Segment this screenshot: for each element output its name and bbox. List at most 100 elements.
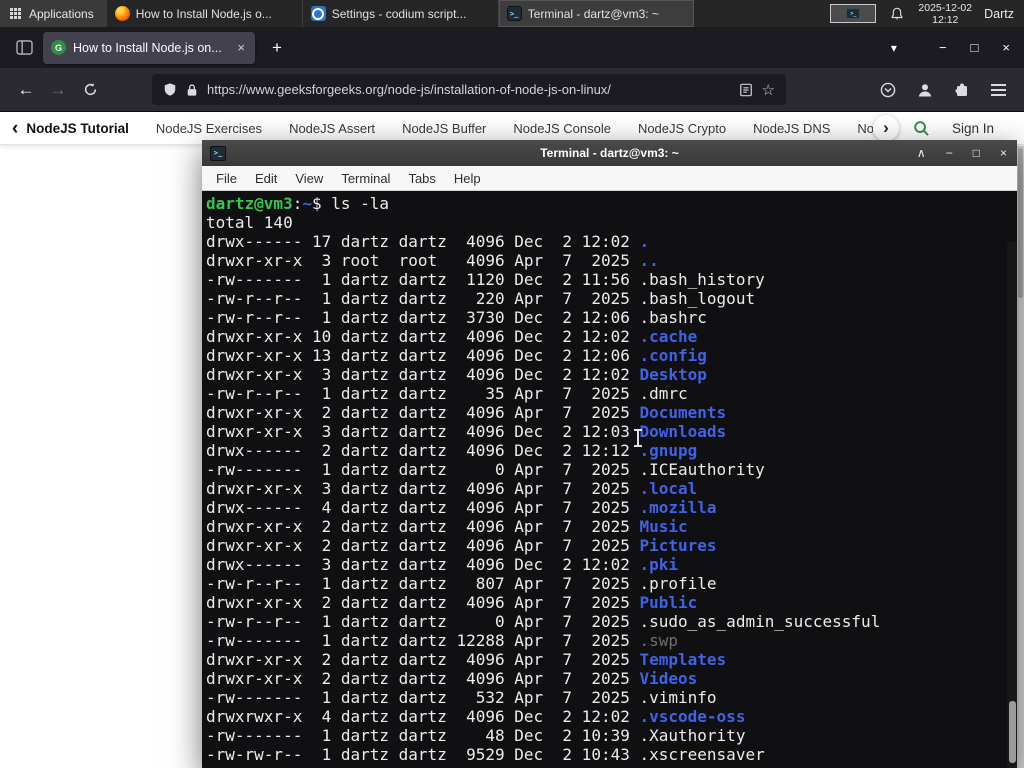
- file-name: .gnupg: [639, 441, 698, 460]
- applications-label: Applications: [29, 6, 94, 21]
- terminal-shade-button[interactable]: ∧: [917, 146, 926, 160]
- menu-file[interactable]: File: [207, 171, 246, 186]
- file-name: .bash_logout: [639, 289, 756, 308]
- nav-item-crypto[interactable]: NodeJS Crypto: [638, 121, 726, 136]
- window-maximize-button[interactable]: □: [971, 40, 979, 55]
- total-line: total 140: [206, 213, 293, 232]
- terminal-screen[interactable]: dartz@vm3:~$ ls -la total 140 drwx------…: [202, 191, 1017, 768]
- tab-favicon: G: [51, 40, 66, 55]
- bookmark-star-icon[interactable]: ☆: [762, 81, 775, 99]
- ls-row: drwxr-xr-x 2 dartz dartz 4096 Apr 7 2025…: [206, 650, 727, 669]
- file-name: .cache: [639, 327, 698, 346]
- nav-item-dns[interactable]: NodeJS DNS: [753, 121, 830, 136]
- reader-view-icon[interactable]: [739, 83, 753, 97]
- file-name: .xscreensaver: [639, 745, 765, 764]
- terminal-close-button[interactable]: ×: [1000, 146, 1007, 160]
- ls-row: drwxr-xr-x 2 dartz dartz 4096 Apr 7 2025…: [206, 536, 717, 555]
- prompt-user-host: dartz@vm3: [206, 194, 293, 213]
- nav-prev-icon[interactable]: ‹: [12, 119, 18, 138]
- nav-item-truncated[interactable]: Node: [857, 121, 873, 136]
- user-menu[interactable]: Dartz: [984, 7, 1014, 21]
- terminal-maximize-button[interactable]: □: [973, 146, 980, 160]
- menu-view[interactable]: View: [286, 171, 332, 186]
- file-name: Videos: [639, 669, 698, 688]
- window-minimize-button[interactable]: −: [939, 40, 947, 55]
- ls-row: drwxr-xr-x 3 dartz dartz 4096 Dec 2 12:0…: [206, 422, 727, 441]
- reload-button[interactable]: [74, 82, 106, 97]
- menu-hamburger-icon[interactable]: [991, 83, 1006, 96]
- tab-title: How to Install Node.js on...: [73, 40, 222, 55]
- task-label: How to Install Node.js o...: [135, 6, 272, 21]
- ls-row: -rw------- 1 dartz dartz 0 Apr 7 2025 .I…: [206, 460, 765, 479]
- applications-menu[interactable]: Applications: [0, 0, 106, 27]
- new-tab-button[interactable]: +: [267, 38, 287, 58]
- ls-output: drwx------ 17 dartz dartz 4096 Dec 2 12:…: [206, 232, 1017, 764]
- page-scrollbar[interactable]: [1017, 146, 1024, 768]
- taskbar-item-firefox[interactable]: How to Install Node.js o...: [105, 0, 302, 27]
- back-button[interactable]: ←: [10, 80, 42, 100]
- terminal-minimize-button[interactable]: −: [946, 146, 953, 160]
- browser-tab-active[interactable]: G How to Install Node.js on... ×: [43, 31, 255, 64]
- tab-close-icon[interactable]: ×: [235, 40, 247, 55]
- menu-tabs[interactable]: Tabs: [399, 171, 444, 186]
- taskbar-item-settings[interactable]: Settings - codium script...: [301, 0, 498, 27]
- ls-row: drwxr-xr-x 2 dartz dartz 4096 Apr 7 2025…: [206, 517, 688, 536]
- pocket-icon[interactable]: [880, 82, 896, 98]
- extensions-icon[interactable]: [954, 82, 970, 98]
- text-cursor-pointer: [633, 429, 642, 447]
- applications-icon: [9, 7, 22, 20]
- shield-icon[interactable]: [163, 82, 177, 97]
- nav-item-buffer[interactable]: NodeJS Buffer: [402, 121, 486, 136]
- file-name: .vscode-oss: [639, 707, 746, 726]
- terminal-scrollbar[interactable]: [1007, 242, 1017, 768]
- ls-row: -rw------- 1 dartz dartz 12288 Apr 7 202…: [206, 631, 679, 650]
- search-icon[interactable]: [913, 120, 930, 137]
- nav-item-exercises[interactable]: NodeJS Exercises: [156, 121, 262, 136]
- workspace-window-preview: >_: [846, 8, 861, 19]
- ls-row: drwx------ 3 dartz dartz 4096 Dec 2 12:0…: [206, 555, 679, 574]
- ls-row: drwxr-xr-x 2 dartz dartz 4096 Apr 7 2025…: [206, 669, 698, 688]
- notifications-icon[interactable]: [890, 7, 904, 21]
- ls-row: drwxr-xr-x 2 dartz dartz 4096 Apr 7 2025…: [206, 593, 698, 612]
- taskbar-item-terminal[interactable]: >_ Terminal - dartz@vm3: ~: [497, 0, 694, 27]
- window-close-button[interactable]: ×: [1002, 40, 1010, 55]
- workspace-switcher[interactable]: >_: [830, 4, 877, 23]
- ls-row: -rw------- 1 dartz dartz 48 Dec 2 10:39 …: [206, 726, 746, 745]
- ls-row: drwx------ 17 dartz dartz 4096 Dec 2 12:…: [206, 232, 650, 251]
- ls-row: -rw-rw-r-- 1 dartz dartz 9529 Dec 2 10:4…: [206, 745, 765, 764]
- nav-item-tutorial[interactable]: NodeJS Tutorial: [26, 121, 129, 136]
- clock-date: 2025-12-02: [918, 1, 973, 14]
- ls-row: -rw-r--r-- 1 dartz dartz 35 Apr 7 2025 .…: [206, 384, 688, 403]
- desktop: Applications How to Install Node.js o...…: [0, 0, 1024, 768]
- file-name: .: [639, 232, 650, 251]
- file-name: Music: [639, 517, 688, 536]
- menu-terminal[interactable]: Terminal: [332, 171, 399, 186]
- terminal-scrollbar-thumb[interactable]: [1009, 701, 1016, 763]
- file-name: .mozilla: [639, 498, 717, 517]
- file-name: .dmrc: [639, 384, 688, 403]
- url-bar[interactable]: https://www.geeksforgeeks.org/node-js/in…: [152, 74, 786, 105]
- ls-row: drwxr-xr-x 3 root root 4096 Apr 7 2025 .…: [206, 251, 659, 270]
- ls-row: -rw-r--r-- 1 dartz dartz 220 Apr 7 2025 …: [206, 289, 756, 308]
- url-input[interactable]: https://www.geeksforgeeks.org/node-js/in…: [207, 82, 730, 97]
- file-name: .ICEauthority: [639, 460, 765, 479]
- lock-icon[interactable]: [186, 83, 198, 97]
- list-all-tabs-icon[interactable]: ▾: [891, 41, 897, 55]
- terminal-menubar: File Edit View Terminal Tabs Help: [202, 166, 1017, 191]
- terminal-icon: >_: [506, 6, 522, 21]
- menu-help[interactable]: Help: [445, 171, 490, 186]
- forward-button[interactable]: →: [42, 80, 74, 100]
- sign-in-button[interactable]: Sign In: [952, 121, 994, 136]
- account-icon[interactable]: [917, 82, 933, 98]
- page-scrollbar-thumb[interactable]: [1018, 148, 1023, 298]
- terminal-titlebar[interactable]: >_ Terminal - dartz@vm3: ~ ∧ − □ ×: [202, 140, 1017, 166]
- nav-next-button[interactable]: ›: [872, 115, 899, 141]
- panel-clock[interactable]: 2025-12-02 12:12: [918, 2, 972, 26]
- file-name: .Xauthority: [639, 726, 746, 745]
- menu-edit[interactable]: Edit: [246, 171, 286, 186]
- firefox-view-icon[interactable]: [16, 40, 33, 55]
- file-name: Downloads: [639, 422, 727, 441]
- nav-item-console[interactable]: NodeJS Console: [513, 121, 611, 136]
- ls-row: -rw------- 1 dartz dartz 1120 Dec 2 11:5…: [206, 270, 765, 289]
- nav-item-assert[interactable]: NodeJS Assert: [289, 121, 375, 136]
